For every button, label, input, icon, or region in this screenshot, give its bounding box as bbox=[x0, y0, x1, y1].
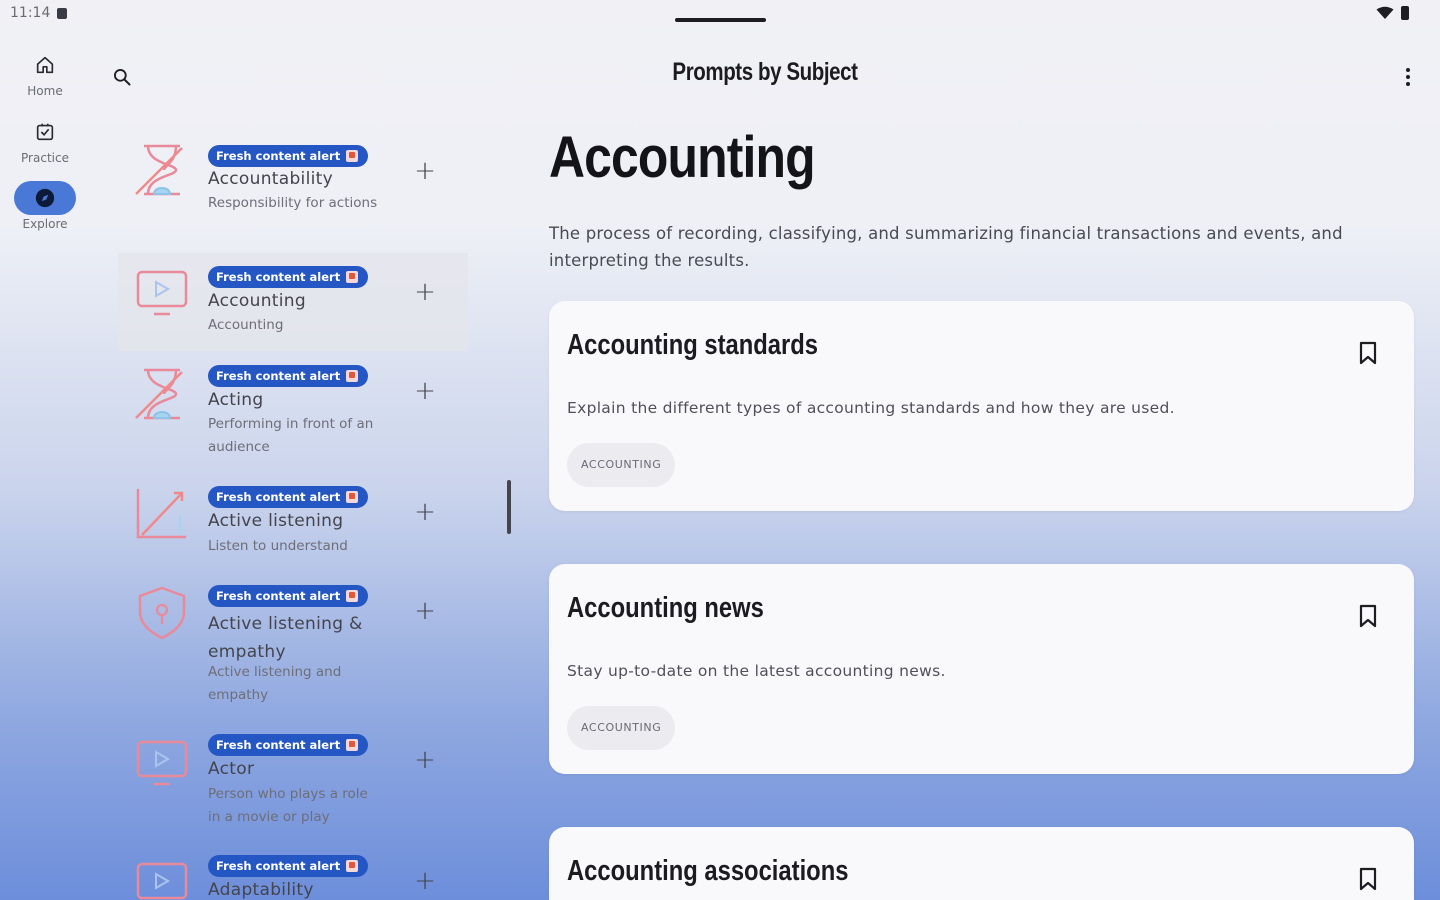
fresh-content-badge: Fresh content alert bbox=[208, 486, 369, 508]
fresh-content-badge: Fresh content alert bbox=[208, 145, 369, 167]
list-item[interactable]: Fresh content alert Adaptability + bbox=[118, 848, 468, 900]
alert-icon bbox=[346, 491, 359, 503]
list-item[interactable]: Fresh content alert Accountability Respo… bbox=[118, 128, 468, 246]
alert-icon bbox=[346, 739, 359, 751]
card-title: Accounting standards bbox=[567, 329, 819, 361]
list-item-title: Acting bbox=[208, 390, 264, 410]
add-icon[interactable]: + bbox=[413, 279, 437, 305]
list-item[interactable]: Fresh content alert Active listening Lis… bbox=[118, 480, 468, 572]
list-item-subtitle: Active listening and empathy bbox=[208, 664, 342, 703]
subject-title: Accounting bbox=[549, 125, 816, 190]
alert-icon bbox=[346, 860, 359, 872]
status-bar: 11:14 bbox=[0, 0, 1440, 28]
hourglass-icon bbox=[135, 144, 183, 196]
fresh-content-badge: Fresh content alert bbox=[208, 855, 369, 877]
alert-icon bbox=[346, 370, 359, 382]
hourglass-icon bbox=[135, 368, 183, 420]
list-item-title: Accounting bbox=[208, 291, 306, 311]
wifi-icon bbox=[1376, 6, 1394, 19]
monitor-play-icon bbox=[136, 862, 188, 900]
card-description: Stay up-to-date on the latest accounting… bbox=[567, 662, 946, 680]
tag-chip[interactable]: ACCOUNTING bbox=[567, 443, 676, 487]
list-item-title: Adaptability bbox=[208, 880, 314, 900]
bookmark-icon[interactable] bbox=[1359, 604, 1377, 628]
list-item-subtitle: Performing in front of an audience bbox=[208, 416, 374, 455]
add-icon[interactable]: + bbox=[413, 499, 437, 525]
alert-icon bbox=[346, 150, 359, 162]
list-item[interactable]: Fresh content alert Active listening & e… bbox=[118, 578, 468, 713]
add-icon[interactable]: + bbox=[413, 378, 437, 404]
list-item-subtitle: Responsibility for actions bbox=[208, 195, 378, 211]
rail-label-practice: Practice bbox=[21, 151, 69, 165]
notification-icon bbox=[57, 8, 67, 19]
more-options-button[interactable] bbox=[1396, 63, 1420, 91]
status-time: 11:14 bbox=[10, 5, 51, 21]
list-item-subtitle: Accounting bbox=[208, 317, 284, 333]
alert-icon bbox=[346, 271, 359, 283]
list-item[interactable]: Fresh content alert Actor Person who pla… bbox=[118, 726, 468, 838]
alert-icon bbox=[346, 590, 359, 602]
monitor-play-icon bbox=[136, 270, 188, 316]
bookmark-icon[interactable] bbox=[1359, 867, 1377, 891]
subject-list[interactable]: Fresh content alert Accountability Respo… bbox=[118, 128, 468, 900]
bookmark-icon[interactable] bbox=[1359, 341, 1377, 365]
prompt-card[interactable]: Accounting associations bbox=[549, 827, 1414, 900]
window-drag-handle[interactable] bbox=[675, 18, 766, 22]
shield-icon bbox=[138, 586, 186, 640]
list-item-title: Active listening bbox=[208, 511, 344, 531]
rail-item-practice[interactable]: Practice bbox=[0, 115, 90, 165]
search-button[interactable] bbox=[108, 63, 136, 91]
list-item-title: Actor bbox=[208, 759, 255, 779]
monitor-play-icon bbox=[136, 740, 188, 786]
checklist-icon bbox=[14, 115, 76, 149]
list-item[interactable]: Fresh content alert Acting Performing in… bbox=[118, 358, 468, 470]
prompt-card[interactable]: Accounting standards Explain the differe… bbox=[549, 301, 1414, 511]
list-item-subtitle: Listen to understand bbox=[208, 538, 348, 554]
rail-label-explore: Explore bbox=[22, 217, 68, 231]
chart-up-icon bbox=[136, 489, 186, 539]
fresh-content-badge: Fresh content alert bbox=[208, 585, 369, 607]
list-item-subtitle: Person who plays a role in a movie or pl… bbox=[208, 786, 368, 825]
add-icon[interactable]: + bbox=[413, 868, 437, 894]
subject-description: The process of recording, classifying, a… bbox=[549, 224, 1343, 270]
compass-icon bbox=[14, 181, 76, 215]
list-item-title: Accountability bbox=[208, 169, 333, 189]
card-title: Accounting news bbox=[567, 592, 764, 624]
tag-chip[interactable]: ACCOUNTING bbox=[567, 706, 676, 750]
home-icon bbox=[14, 48, 76, 82]
fresh-content-badge: Fresh content alert bbox=[208, 734, 369, 756]
rail-item-home[interactable]: Home bbox=[0, 48, 90, 98]
fresh-content-badge: Fresh content alert bbox=[208, 365, 369, 387]
add-icon[interactable]: + bbox=[413, 747, 437, 773]
card-title: Accounting associations bbox=[567, 855, 849, 887]
page-title: Prompts by Subject bbox=[672, 58, 858, 86]
search-icon bbox=[114, 69, 131, 86]
add-icon[interactable]: + bbox=[413, 158, 437, 184]
card-description: Explain the different types of accountin… bbox=[567, 399, 1175, 417]
fresh-content-badge: Fresh content alert bbox=[208, 266, 369, 288]
prompt-card[interactable]: Accounting news Stay up-to-date on the l… bbox=[549, 564, 1414, 774]
rail-item-explore[interactable]: Explore bbox=[0, 181, 90, 231]
pane-resize-handle[interactable] bbox=[507, 480, 511, 534]
battery-icon bbox=[1401, 6, 1409, 20]
rail-label-home: Home bbox=[27, 84, 63, 98]
list-item[interactable]: Fresh content alert Accounting Accountin… bbox=[118, 253, 468, 351]
add-icon[interactable]: + bbox=[413, 598, 437, 624]
list-item-title: Active listening & empathy bbox=[208, 614, 363, 662]
more-vert-icon bbox=[1406, 68, 1410, 72]
